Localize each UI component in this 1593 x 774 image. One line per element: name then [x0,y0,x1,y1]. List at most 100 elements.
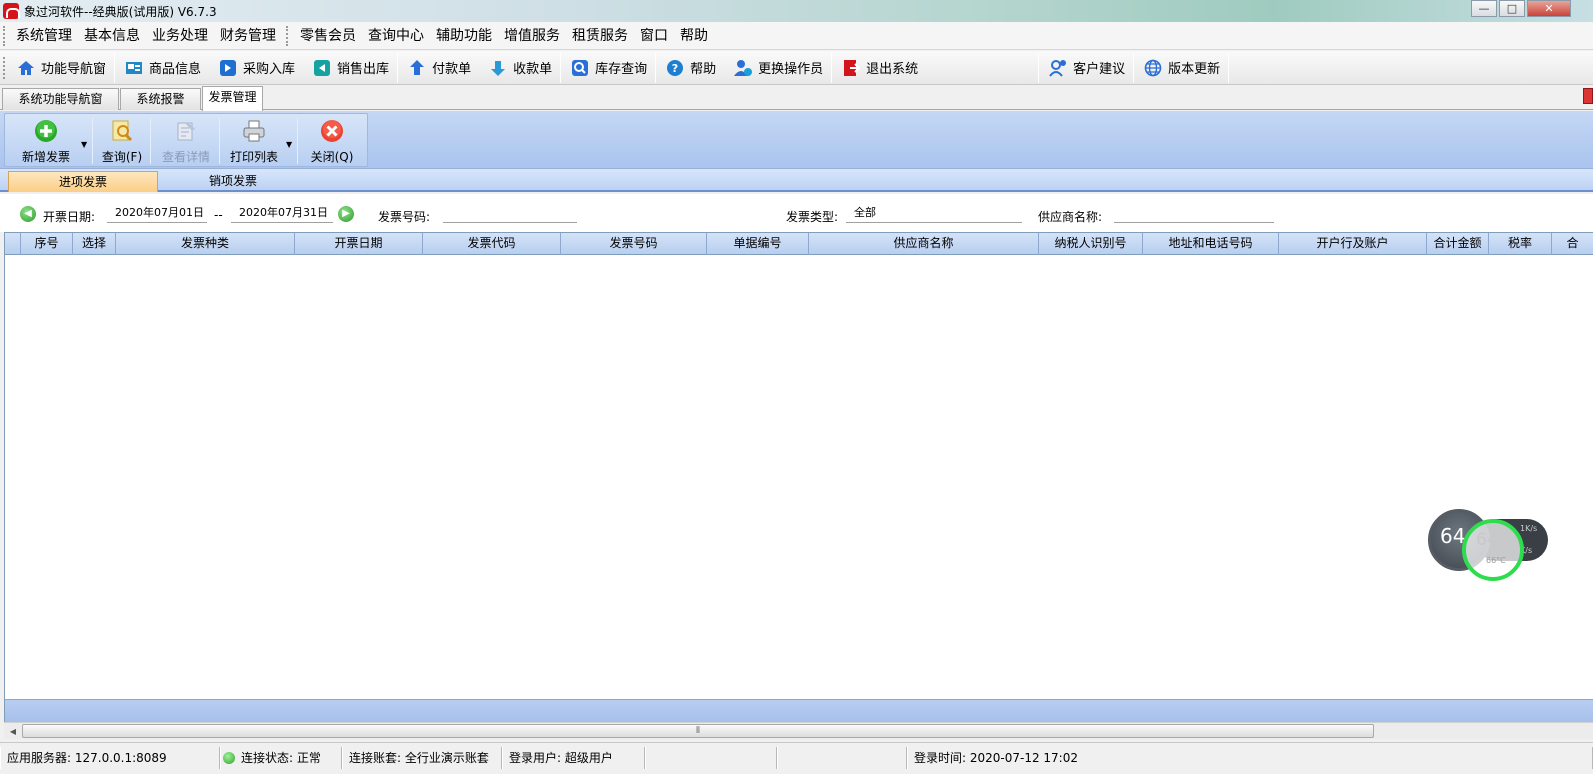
menu-finance[interactable]: 财务管理 [214,24,282,48]
window-title: 象过河软件--经典版(试用版) V6.7.3 [24,4,217,19]
status-ok-icon [223,752,235,764]
upload-rate: 1K/s [1520,524,1538,533]
prev-period-icon[interactable]: ◀ [20,206,36,222]
tab-input-invoice[interactable]: 进项发票 [8,171,158,192]
menu-business[interactable]: 业务处理 [146,24,214,48]
document-edit-icon [173,118,199,144]
tab-nav-window[interactable]: 系统功能导航窗 [2,88,119,110]
close-panel-button[interactable]: 关闭(Q) [303,118,361,166]
payment-button[interactable]: 付款单 [398,53,479,83]
window-controls: — □ ✕ [1469,0,1571,17]
menu-bar: 系统管理 基本信息 业务处理 财务管理 零售会员 查询中心 辅助功能 增值服务 … [0,22,1593,50]
account-status: 连接账套: 全行业演示账套 [342,747,502,769]
exit-system-button[interactable]: 退出系统 [832,53,926,83]
server-status: 应用服务器: 127.0.0.1:8089 [0,747,220,769]
col-bill-number[interactable]: 单据编号 [707,233,809,255]
receipt-button[interactable]: 收款单 [479,53,560,83]
date-from-field[interactable]: 2020年07月01日 [107,204,207,223]
menu-retail-member[interactable]: 零售会员 [294,24,362,48]
login-time-status: 登录时间: 2020-07-12 17:02 [907,747,1593,769]
maximize-button[interactable]: □ [1499,0,1525,17]
col-seq[interactable]: 序号 [21,233,73,255]
upload-arrow-icon [408,59,426,77]
svg-text:?: ? [672,62,678,75]
magnifier-icon [571,59,589,77]
invoice-no-input[interactable] [443,204,577,223]
close-circle-icon [319,118,345,144]
user-switch-icon [734,59,753,77]
app-logo-icon [3,3,20,19]
help-button[interactable]: ? 帮助 [656,53,724,83]
menu-value-added[interactable]: 增值服务 [498,24,566,48]
sales-out-button[interactable]: 销售出库 [303,53,397,83]
col-bank-account[interactable]: 开户行及账户 [1279,233,1427,255]
status-empty-2 [777,747,907,769]
title-bar: 象过河软件--经典版(试用版) V6.7.3 — □ ✕ [0,0,1593,22]
scroll-thumb[interactable]: ⦀ [22,724,1374,738]
col-invoice-kind[interactable]: 发票种类 [116,233,295,255]
next-period-icon[interactable]: ▶ [338,206,354,222]
horizontal-scrollbar[interactable]: ◀ ⦀ [4,722,1593,739]
row-indicator-header [5,233,21,255]
customer-suggest-button[interactable]: 客户建议 [1039,53,1133,83]
col-invoice-number[interactable]: 发票号码 [561,233,707,255]
exit-icon [842,59,861,77]
memory-percent: 64% [1476,530,1507,550]
minimize-button[interactable]: — [1471,0,1497,17]
print-dropdown-icon[interactable]: ▼ [286,140,292,149]
close-window-button[interactable]: ✕ [1527,0,1571,17]
close-tab-button[interactable] [1583,88,1593,104]
globe-icon [1144,59,1162,77]
view-detail-button[interactable]: 查看详情 [155,118,217,166]
tab-invoice-management[interactable]: 发票管理 [202,86,263,111]
col-supplier-name[interactable]: 供应商名称 [809,233,1039,255]
menu-system[interactable]: 系统管理 [10,24,78,48]
menu-window[interactable]: 窗口 [634,24,674,48]
menu-aux[interactable]: 辅助功能 [430,24,498,48]
purchase-in-button[interactable]: 采购入库 [209,53,303,83]
col-taxpayer-id[interactable]: 纳税人识别号 [1039,233,1143,255]
stock-query-button[interactable]: 库存查询 [561,53,655,83]
status-bar: 应用服务器: 127.0.0.1:8089 连接状态: 正常 连接账套: 全行业… [0,742,1593,774]
date-label: 开票日期: [43,210,96,224]
sales-icon [313,59,331,77]
date-to-field[interactable]: 2020年07月31日 [231,204,333,223]
invoice-no-label: 发票号码: [378,210,431,224]
add-invoice-button[interactable]: 新增发票 [15,118,77,166]
home-icon [17,59,35,77]
nav-window-button[interactable]: 功能导航窗 [7,53,114,83]
col-select[interactable]: 选择 [73,233,116,255]
supplier-input[interactable] [1114,204,1274,223]
user-feedback-icon [1049,59,1067,77]
supplier-label: 供应商名称: [1038,210,1103,224]
filter-bar: ◀ 开票日期: 2020年07月01日 -- 2020年07月31日 ▶ 发票号… [0,194,1593,232]
col-address-phone[interactable]: 地址和电话号码 [1143,233,1279,255]
menu-basic-info[interactable]: 基本信息 [78,24,146,48]
goods-icon [125,59,143,77]
menu-lease[interactable]: 租赁服务 [566,24,634,48]
plus-icon [33,118,59,144]
print-list-button[interactable]: 打印列表 [223,118,285,166]
version-update-button[interactable]: 版本更新 [1134,53,1228,83]
tab-system-alarm[interactable]: 系统报警 [120,88,201,110]
col-invoice-date[interactable]: 开票日期 [295,233,423,255]
search-document-icon [109,118,135,144]
col-tax-rate[interactable]: 税率 [1489,233,1552,255]
col-truncated[interactable]: 合 [1552,233,1593,255]
scroll-left-icon[interactable]: ◀ [5,724,21,739]
invoice-ribbon: 新增发票 ▼ 查询(F) 查看详情 打印列表 ▼ 关闭(Q) [0,111,1593,169]
menu-query-center[interactable]: 查询中心 [362,24,430,48]
goods-info-button[interactable]: 商品信息 [115,53,209,83]
menu-help[interactable]: 帮助 [674,24,714,48]
menu-grip [3,25,7,46]
col-total-amount[interactable]: 合计金额 [1427,233,1489,255]
add-dropdown-icon[interactable]: ▼ [81,140,87,149]
query-button[interactable]: 查询(F) [97,118,147,166]
col-invoice-code[interactable]: 发票代码 [423,233,561,255]
switch-operator-button[interactable]: 更换操作员 [724,53,831,83]
invoice-grid: 序号 选择 发票种类 开票日期 发票代码 发票号码 单据编号 供应商名称 纳税人… [4,232,1593,723]
invoice-type-select[interactable]: 全部 [846,204,1022,223]
printer-icon [241,118,267,144]
system-monitor-widget[interactable]: 64 1K/s K/s 64% 66°C [1428,509,1552,587]
tab-output-invoice[interactable]: 销项发票 [158,171,308,192]
